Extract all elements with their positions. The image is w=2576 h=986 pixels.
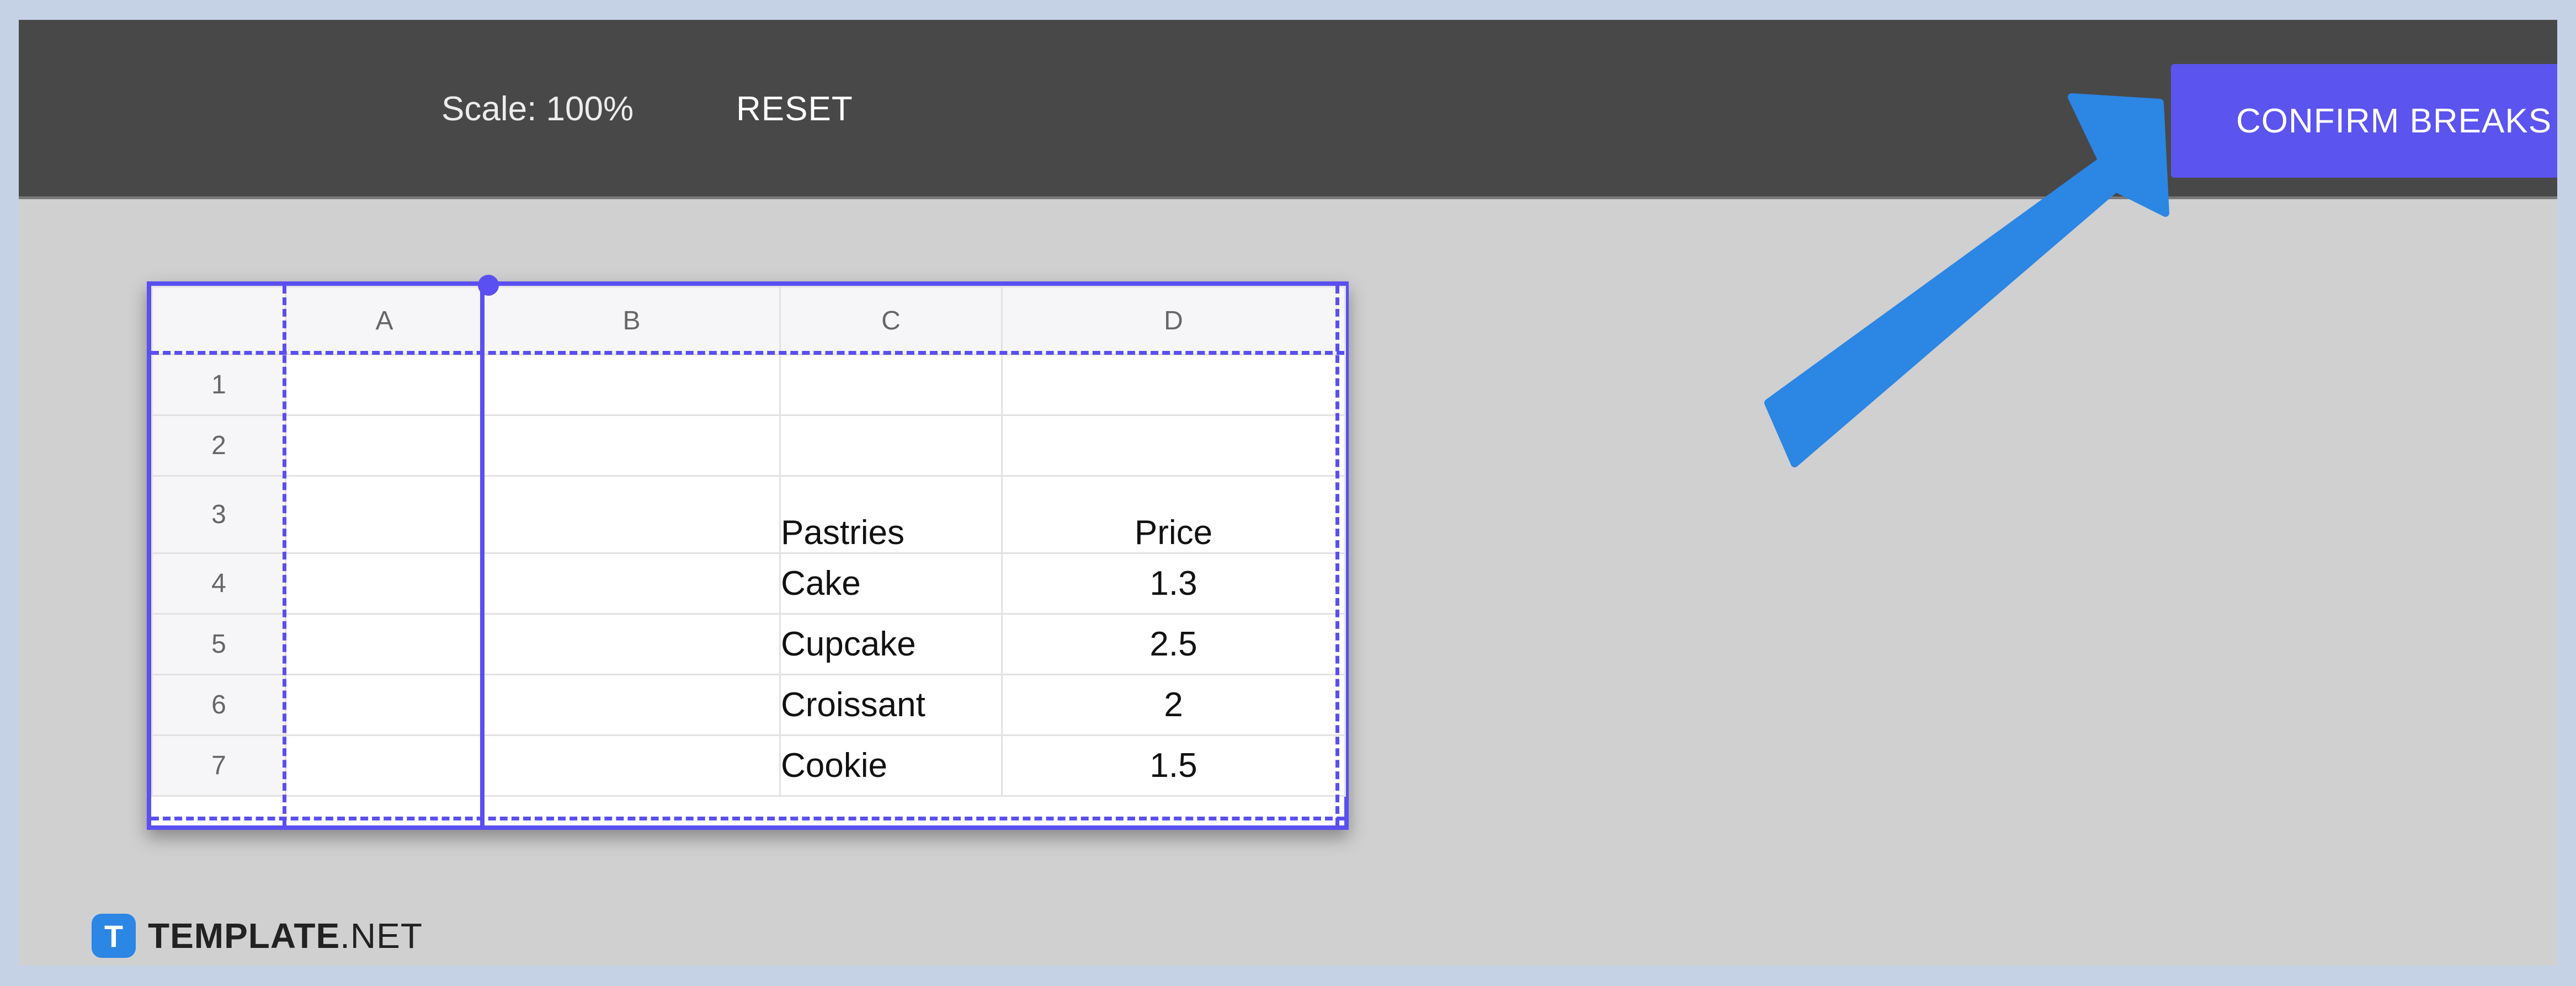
pointer-arrow-icon xyxy=(1764,93,2169,467)
logo-brand-bold: TEMPLATE xyxy=(148,916,340,956)
app-frame: Scale: 100% RESET CONFIRM BREAKS A B C D… xyxy=(19,20,2557,966)
logo-badge-icon: T xyxy=(92,914,136,958)
template-net-logo: T TEMPLATE.NET xyxy=(92,914,423,958)
logo-wordmark: TEMPLATE.NET xyxy=(148,915,423,956)
logo-brand-suffix: .NET xyxy=(340,916,423,956)
arrow-shape xyxy=(1764,93,2169,467)
